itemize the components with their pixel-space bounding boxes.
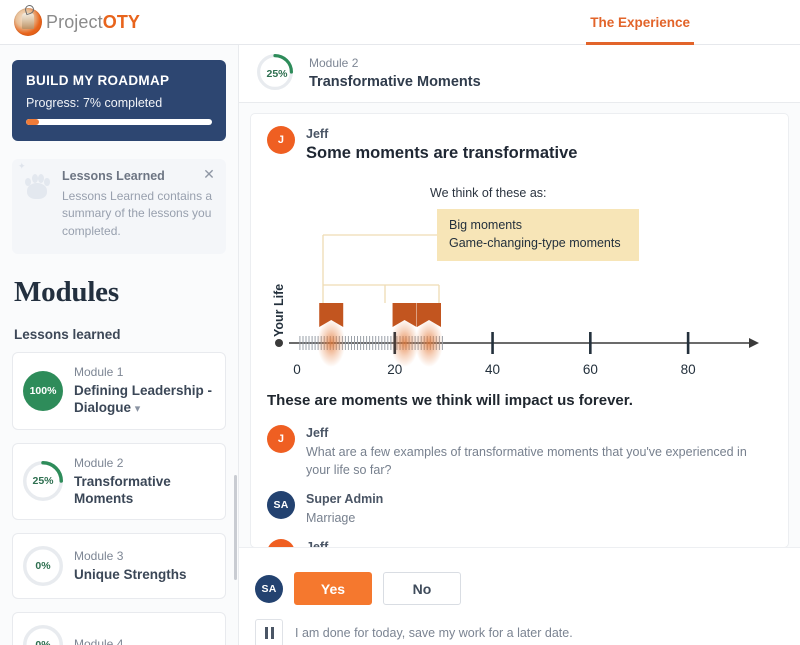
sidebar-item-module-2[interactable]: 25% Module 2 Transformative Moments xyxy=(12,442,226,521)
module-progress-ring: 0% xyxy=(23,625,63,645)
message-author: Jeff xyxy=(306,127,329,141)
module-number: Module 3 xyxy=(74,549,124,564)
top-bar: ProjectOTY The Experience xyxy=(0,0,800,45)
list-item: SA Super Admin Marriage xyxy=(251,479,788,527)
brand-wordmark: ProjectOTY xyxy=(46,12,140,33)
roadmap-progress-fill xyxy=(26,119,40,125)
list-item: J Jeff What are a few examples of transf… xyxy=(251,413,788,479)
sidebar-item-lessons-learned[interactable]: Lessons learned xyxy=(14,327,226,342)
module-progress-label: 0% xyxy=(23,625,63,645)
list-item: J Jeff Are there any other additional mo… xyxy=(251,527,788,547)
paw-print-icon xyxy=(22,169,56,240)
module-list: 100% Module 1 Defining Leadership - Dialog… xyxy=(12,352,226,645)
module-number: Module 1 xyxy=(74,365,124,380)
app-root: ProjectOTY The Experience BUILD MY ROADM… xyxy=(0,0,800,645)
tab-the-experience[interactable]: The Experience xyxy=(586,0,694,45)
module-progress-label: 25% xyxy=(266,67,288,80)
sidebar-item-module-3[interactable]: 0% Module 3 Unique Strengths xyxy=(12,533,226,600)
top-navigation: The Experience xyxy=(586,0,800,45)
module-progress-ring: 100% xyxy=(23,370,63,411)
sidebar-item-module-4[interactable]: 0% Module 4 xyxy=(12,612,226,645)
brand-text-project: Project xyxy=(46,11,103,32)
tip-title: Lessons Learned xyxy=(62,169,165,183)
svg-text:Your Life: Your Life xyxy=(272,284,286,337)
svg-text:80: 80 xyxy=(681,362,696,375)
life-timeline-chart: We think of these as: Big moments Game-c… xyxy=(272,186,759,377)
chart-callout-line-1: Big moments xyxy=(449,218,522,232)
module-header-name: Transformative Moments xyxy=(309,73,481,90)
message-text: What are a few examples of transformativ… xyxy=(306,445,747,478)
message-author: Jeff xyxy=(306,540,772,547)
sidebar: BUILD MY ROADMAP Progress: 7% completed … xyxy=(0,45,239,645)
module-progress-label: 25% xyxy=(32,475,54,488)
module-name: Transformative Moments xyxy=(74,473,171,506)
action-bar: SA Yes No I am done for today, save my w… xyxy=(239,547,800,645)
life-timeline-figure: We think of these as: Big moments Game-c… xyxy=(251,163,788,386)
chevron-down-icon[interactable]: ▾ xyxy=(135,402,141,416)
module-progress-ring: 25% xyxy=(23,461,63,502)
save-for-later-row: I am done for today, save my work for a … xyxy=(239,605,800,645)
module-number: Module 4 xyxy=(74,636,124,645)
avatar: SA xyxy=(255,574,283,603)
chart-ylabel: Your Life xyxy=(272,284,286,347)
roadmap-progress-bar xyxy=(26,119,212,125)
lessons-learned-tip-card: ✦ Lessons Learned Lessons Learned contai… xyxy=(12,159,226,255)
module-header-number: Module 2 xyxy=(309,55,359,70)
yes-no-answer-row: SA Yes No xyxy=(239,548,800,605)
pause-icon[interactable] xyxy=(255,619,283,645)
chart-major-ticks: 0 20 40 60 80 xyxy=(293,332,696,377)
save-for-later-label: I am done for today, save my work for a … xyxy=(295,626,573,640)
sidebar-item-module-1[interactable]: 100% Module 1 Defining Leadership - Dialog… xyxy=(12,352,226,430)
module-header: 25% Module 2 Transformative Moments xyxy=(239,45,800,103)
module-name: Unique Strengths xyxy=(74,567,187,583)
no-button[interactable]: No xyxy=(383,572,461,605)
page-title: Modules xyxy=(14,276,119,309)
brand-logo[interactable]: ProjectOTY xyxy=(0,8,140,36)
brand-text-oty: OTY xyxy=(102,11,141,32)
project-oty-logo-icon xyxy=(14,8,42,36)
sidebar-scrollbar[interactable] xyxy=(234,475,237,580)
list-item: J Jeff Some moments are transformative xyxy=(251,114,788,163)
tip-description: Lessons Learned contains a summary of th… xyxy=(62,189,213,238)
conversation-thread: J Jeff Some moments are transformative W… xyxy=(251,114,788,547)
avatar: SA xyxy=(267,491,295,520)
avatar: J xyxy=(267,126,295,154)
close-icon[interactable]: ✕ xyxy=(202,167,216,182)
svg-text:40: 40 xyxy=(485,362,500,375)
chart-callout-box xyxy=(437,209,639,261)
main-content: 25% Module 2 Transformative Moments J Je… xyxy=(239,45,800,645)
build-my-roadmap-card[interactable]: BUILD MY ROADMAP Progress: 7% completed xyxy=(12,60,226,141)
chart-annotation-lead: We think of these as: xyxy=(430,186,547,200)
module-progress-ring: 0% xyxy=(23,546,63,587)
module-number: Module 2 xyxy=(74,455,124,470)
chart-callout-line-2: Game-changing-type moments xyxy=(449,236,621,250)
message-author: Super Admin xyxy=(306,492,384,507)
figure-caption: These are moments we think will impact u… xyxy=(267,392,633,409)
yes-button[interactable]: Yes xyxy=(294,572,372,605)
chart-bracket-lines xyxy=(322,234,440,303)
roadmap-title: BUILD MY ROADMAP xyxy=(26,73,170,88)
chart-markers xyxy=(319,303,441,327)
tab-the-experience-label: The Experience xyxy=(590,14,690,30)
roadmap-progress-label: Progress: 7% completed xyxy=(26,96,163,110)
avatar: J xyxy=(267,425,295,453)
avatar: J xyxy=(267,539,295,547)
module-progress-ring: 25% xyxy=(257,53,297,94)
module-name: Defining Leadership - Dialogue ▾ xyxy=(74,383,213,416)
message-author: Jeff xyxy=(306,426,329,440)
message-heading: Some moments are transformative xyxy=(306,144,578,162)
svg-text:60: 60 xyxy=(583,362,598,375)
module-progress-label: 100% xyxy=(29,384,57,397)
svg-text:0: 0 xyxy=(293,362,301,375)
module-progress-label: 0% xyxy=(35,560,51,573)
message-text: Marriage xyxy=(306,511,356,526)
